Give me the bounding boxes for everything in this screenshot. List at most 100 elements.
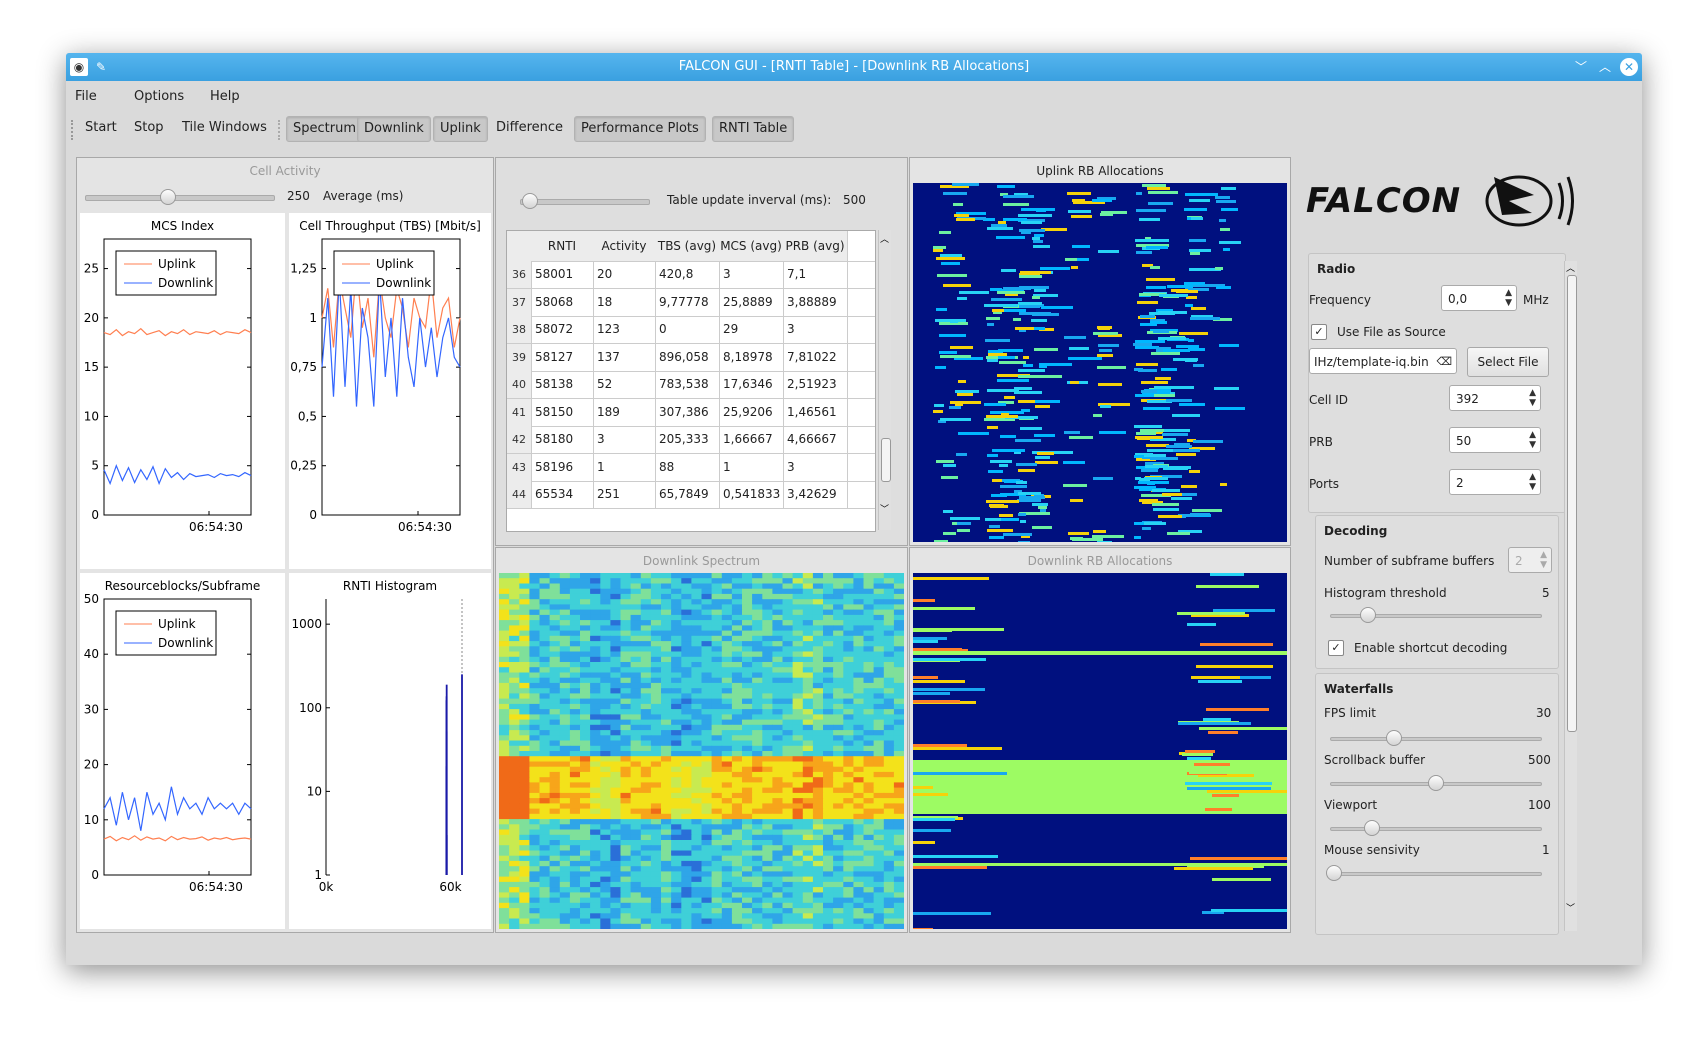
table-row[interactable]: 42 58180 3 205,333 1,66667 4,66667 [507, 426, 875, 454]
average-slider-handle[interactable] [160, 189, 176, 205]
spin-arrows-icon[interactable]: ▲ ▼ [1529, 472, 1536, 492]
file-path-input[interactable]: IHz/template-iq.bin ⌫ [1309, 348, 1457, 374]
spin-arrows-icon[interactable]: ▲ ▼ [1505, 288, 1512, 308]
downlink-spectrum-waterfall[interactable] [499, 573, 905, 930]
table-row[interactable]: 38 58072 123 0 29 3 [507, 316, 875, 344]
downlink-rb-waterfall[interactable] [913, 573, 1320, 931]
column-header[interactable]: Activity [593, 231, 656, 261]
fps-limit-value: 30 [1536, 706, 1552, 720]
mouse-sensivity-handle[interactable] [1326, 865, 1342, 881]
table-row[interactable]: 43 58196 1 88 1 3 [507, 453, 875, 482]
tile-windows-button[interactable]: Tile Windows [176, 116, 273, 140]
spectrum-cell [873, 908, 885, 914]
spectrum-cell [650, 578, 662, 584]
viewport-handle[interactable] [1364, 820, 1380, 836]
performance-plots-button[interactable]: Performance Plots [574, 116, 706, 142]
table-row[interactable]: 40 58138 52 783,538 17,6346 2,51923 [507, 371, 875, 399]
table-scrollbar[interactable]: ︿ ﹀ [878, 230, 891, 530]
spectrum-cell [883, 730, 895, 736]
use-file-checkbox[interactable]: ✓ [1311, 324, 1327, 340]
table-row[interactable]: 37 58068 18 9,77778 25,8889 3,88889 [507, 288, 875, 317]
rnti-table-button[interactable]: RNTI Table [712, 116, 795, 142]
shortcut-decoding-checkbox[interactable]: ✓ [1328, 640, 1344, 656]
downlink-button[interactable]: Downlink [357, 116, 431, 142]
spectrum-button[interactable]: Spectrum [286, 116, 363, 142]
scroll-up-icon[interactable]: ︿ [1566, 261, 1575, 274]
spectrum-cell [681, 761, 692, 768]
spectrum-cell [762, 892, 773, 899]
column-header[interactable]: PRB (avg) [783, 231, 848, 261]
spin-arrows-icon[interactable]: ▲ ▼ [1540, 550, 1547, 570]
prb-input[interactable]: 50 ▲ ▼ [1449, 427, 1541, 453]
allocation-block [1069, 347, 1089, 350]
spin-arrows-icon[interactable]: ▲ ▼ [1529, 430, 1536, 450]
histogram-threshold-handle[interactable] [1360, 607, 1376, 623]
settings-scrollbar[interactable]: ︿ ﹀ [1564, 261, 1577, 931]
subframe-buffers-input[interactable]: 2 ▲ ▼ [1508, 547, 1552, 573]
column-header[interactable]: MCS (avg) [719, 231, 784, 261]
spectrum-cell [742, 620, 753, 626]
spectrum-cell [509, 819, 520, 825]
spectrum-cell [833, 677, 844, 684]
cell-id-input[interactable]: 392 ▲ ▼ [1449, 385, 1541, 411]
start-button[interactable]: Start [79, 116, 123, 140]
column-header[interactable]: RNTI [531, 231, 594, 261]
table-update-slider-track[interactable] [520, 199, 650, 205]
close-icon[interactable]: ✕ [1620, 58, 1638, 76]
table-row[interactable]: 44 65534 251 65,7849 0,541833 3,42629 [507, 481, 875, 509]
average-slider-track[interactable] [85, 195, 275, 201]
spectrum-cell [650, 813, 662, 820]
spectrum-cell [701, 819, 713, 825]
table-scroll-handle[interactable] [881, 438, 891, 482]
spectrum-cell [802, 824, 814, 831]
scroll-down-icon[interactable]: ﹀ [1566, 901, 1575, 914]
legend-label-uplink: Uplink [158, 257, 196, 271]
settings-scroll-handle[interactable] [1567, 275, 1577, 732]
minimize-icon[interactable]: ﹀ [1572, 58, 1590, 76]
ports-input[interactable]: 2 ▲ ▼ [1449, 469, 1541, 495]
table-row[interactable]: 39 58127 137 896,058 8,18978 7,81022 [507, 343, 875, 372]
spectrum-cell [569, 834, 581, 841]
allocation-block [987, 227, 1013, 230]
menu-options[interactable]: Options [134, 89, 184, 104]
spectrum-cell [752, 724, 763, 731]
spectrum-cell [731, 829, 743, 836]
select-file-button[interactable]: Select File [1467, 347, 1549, 377]
uplink-rb-waterfall[interactable] [913, 183, 1287, 544]
spectrum-cell [812, 630, 824, 637]
column-header[interactable]: TBS (avg) [655, 231, 720, 261]
spectrum-cell [569, 787, 581, 794]
allocation-block [1182, 753, 1213, 756]
legend-label-downlink: Downlink [376, 276, 431, 290]
maximize-icon[interactable]: ︿ [1596, 58, 1614, 76]
spectrum-cell [671, 583, 682, 590]
allocation-block [987, 529, 1013, 532]
table-row[interactable]: 36 58001 20 420,8 3 7,1 [507, 261, 875, 289]
uplink-button[interactable]: Uplink [433, 116, 488, 142]
scroll-down-icon[interactable]: ﹀ [880, 502, 889, 515]
scroll-up-icon[interactable]: ︿ [880, 232, 889, 245]
fps-limit-handle[interactable] [1386, 730, 1402, 746]
scrollback-handle[interactable] [1428, 775, 1444, 791]
spectrum-cell [752, 662, 763, 668]
table-update-slider-handle[interactable] [522, 193, 538, 209]
stop-button[interactable]: Stop [128, 116, 170, 140]
menu-help[interactable]: Help [210, 89, 240, 104]
fps-limit-track[interactable] [1330, 737, 1542, 741]
spectrum-cell [792, 646, 804, 653]
table-row[interactable]: 41 58150 189 307,386 25,9206 1,46561 [507, 398, 875, 427]
viewport-track[interactable] [1330, 827, 1542, 831]
spectrum-cell [772, 761, 784, 768]
spectrum-cell [823, 908, 834, 914]
difference-button[interactable]: Difference [490, 116, 569, 140]
menu-file[interactable]: File [75, 89, 97, 104]
spectrum-cell [853, 682, 865, 689]
mouse-sensivity-track[interactable] [1330, 872, 1542, 876]
clear-input-icon[interactable]: ⌫ [1436, 349, 1452, 375]
spin-arrows-icon[interactable]: ▲ ▼ [1529, 388, 1536, 408]
frequency-input[interactable]: 0,0 ▲ ▼ [1441, 285, 1517, 311]
allocation-block [1092, 535, 1124, 538]
spectrum-cell [823, 777, 834, 783]
spectrum-cell [681, 923, 692, 930]
spectrum-cell [671, 913, 682, 920]
